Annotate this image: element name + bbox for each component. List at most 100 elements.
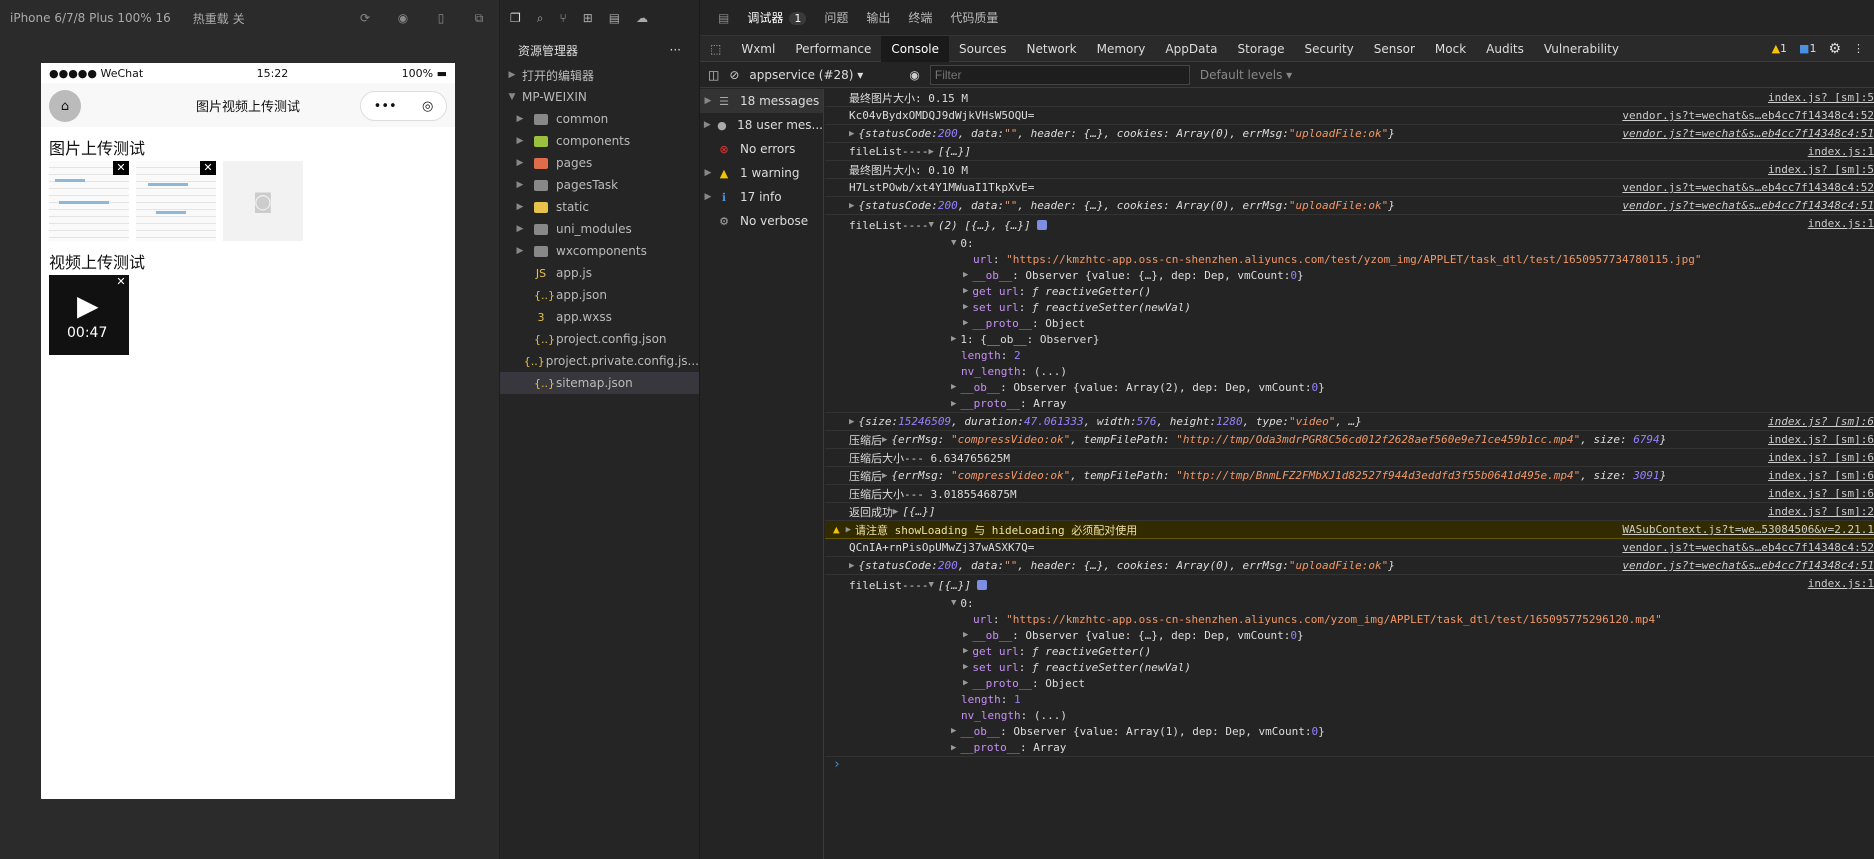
source-link[interactable]: index.js? [sm]:5 [1768, 163, 1874, 176]
file-item[interactable]: {..} app.json [500, 284, 699, 306]
panel-tab-audits[interactable]: Audits [1476, 36, 1534, 62]
tab-problems[interactable]: 问题 [824, 9, 848, 26]
tree-node[interactable]: ▶ __ob__: Observer {value: Array(2), dep:… [825, 379, 1874, 395]
video-thumb[interactable]: ▶ 00:47 ✕ [49, 275, 129, 355]
panel-tab-mock[interactable]: Mock [1425, 36, 1476, 62]
extensions-icon[interactable]: ⊞ [583, 11, 593, 25]
tree-node[interactable]: ▶ __proto__: Object [825, 675, 1874, 691]
panel-tab-security[interactable]: Security [1294, 36, 1363, 62]
sidebar-toggle-icon[interactable]: ◫ [708, 68, 719, 82]
panel-tab-storage[interactable]: Storage [1228, 36, 1295, 62]
tab-terminal[interactable]: 终端 [908, 9, 932, 26]
source-link[interactable]: index.js? [sm]:5 [1768, 91, 1874, 104]
panel-tab-network[interactable]: Network [1017, 36, 1087, 62]
home-button[interactable]: ⌂ [49, 90, 81, 122]
panel-tab-performance[interactable]: Performance [785, 36, 881, 62]
files-icon[interactable]: ❐ [510, 11, 521, 25]
tab-debugger[interactable]: 调试器 1 [747, 9, 807, 26]
levels-select[interactable]: Default levels ▾ [1200, 68, 1292, 82]
more-icon[interactable]: ··· [670, 43, 681, 57]
refresh-icon[interactable]: ⟳ [357, 10, 373, 26]
file-item[interactable]: {..} sitemap.json [500, 372, 699, 394]
source-link[interactable]: vendor.js?t=wechat&s…eb4cc7f14348c4:52 [1622, 181, 1874, 194]
source-link[interactable]: vendor.js?t=wechat&s…eb4cc7f14348c4:52 [1622, 109, 1874, 122]
panel-tab-sensor[interactable]: Sensor [1364, 36, 1425, 62]
console-line[interactable]: 返回成功 ▶ [{…}] index.js? [sm]:2 [825, 503, 1874, 521]
warning-count[interactable]: ▲1 [1772, 42, 1787, 55]
console-filter-list[interactable]: ▶ ☰ 18 messages [700, 89, 823, 113]
source-link[interactable]: vendor.js?t=wechat&s…eb4cc7f14348c4:51 [1622, 559, 1874, 572]
tree-node[interactable]: ▼ 0: [825, 595, 1874, 611]
more-icon[interactable]: ⋮ [1853, 42, 1864, 55]
remove-image-icon[interactable]: ✕ [113, 161, 129, 175]
console-line[interactable]: ▶ {size: 15246509, duration: 47.061333, w… [825, 413, 1874, 431]
source-link[interactable]: index.js:1 [1808, 217, 1874, 230]
source-link[interactable]: WASubContext.js?t=we…53084506&v=2.21.1 [1622, 523, 1874, 536]
tab-output[interactable]: 输出 [866, 9, 890, 26]
tree-node[interactable]: ▶ __ob__: Observer {value: Array(1), dep:… [825, 723, 1874, 739]
tree-node[interactable]: ▼ 0: [825, 235, 1874, 251]
console-prompt[interactable]: › [825, 757, 1874, 777]
tree-node[interactable]: ▶ set url: ƒ reactiveSetter(newVal) [825, 299, 1874, 315]
file-item[interactable]: JS app.js [500, 262, 699, 284]
console-filter-info[interactable]: ▶ ℹ 17 info [700, 185, 823, 209]
image-thumb[interactable]: ✕ [136, 161, 216, 241]
folder-item[interactable]: ▶ common [500, 108, 699, 130]
hotreload-toggle[interactable]: 热重载 关 [193, 10, 245, 27]
console-warning-line[interactable]: ▲ ▶ 请注意 showLoading 与 hideLoading 必须配对使用 WA… [825, 521, 1874, 539]
phone-icon[interactable]: ▯ [433, 10, 449, 26]
popout-icon[interactable]: ⧉ [471, 10, 487, 26]
console-line[interactable]: 压缩后 ▶ {errMsg: "compressVideo:ok", tempFi… [825, 467, 1874, 485]
message-count[interactable]: ■1 [1799, 42, 1816, 55]
device-select[interactable]: iPhone 6/7/8 Plus 100% 16 [10, 11, 171, 25]
console-filter-error[interactable]: ⊗ No errors [700, 137, 823, 161]
source-link[interactable]: vendor.js?t=wechat&s…eb4cc7f14348c4:52 [1622, 541, 1874, 554]
source-link[interactable]: index.js? [sm]:6 [1768, 487, 1874, 500]
source-link[interactable]: index.js? [sm]:6 [1768, 469, 1874, 482]
console-line[interactable]: 压缩后 ▶ {errMsg: "compressVideo:ok", tempFi… [825, 431, 1874, 449]
tree-node[interactable]: ▶ __proto__: Object [825, 315, 1874, 331]
panel-tab-console[interactable]: Console [881, 35, 950, 62]
add-image-button[interactable]: ◙ [223, 161, 303, 241]
play-icon[interactable]: ▶ [77, 289, 99, 322]
tree-node[interactable]: ▶ 1: {__ob__: Observer} [825, 331, 1874, 347]
source-link[interactable]: vendor.js?t=wechat&s…eb4cc7f14348c4:51 [1622, 127, 1874, 140]
panel-tab-appdata[interactable]: AppData [1155, 36, 1227, 62]
open-editors[interactable]: ▶ 打开的编辑器 [500, 64, 699, 86]
tree-node[interactable]: ▶ __ob__: Observer {value: {…}, dep: Dep,… [825, 267, 1874, 283]
tree-node[interactable]: ▶ get url: ƒ reactiveGetter() [825, 643, 1874, 659]
file-item[interactable]: 3 app.wxss [500, 306, 699, 328]
panel-tab-vulnerability[interactable]: Vulnerability [1534, 36, 1629, 62]
search-icon[interactable]: ⌕ [537, 11, 544, 26]
remove-image-icon[interactable]: ✕ [200, 161, 216, 175]
source-link[interactable]: index.js? [sm]:6 [1768, 433, 1874, 446]
inspect-icon[interactable]: ⬚ [700, 36, 731, 62]
console-filter-user[interactable]: ▶ ● 18 user mes... [700, 113, 823, 137]
layout-icon[interactable]: ▤ [718, 11, 729, 25]
git-icon[interactable]: ⑂ [560, 11, 567, 25]
cloud-icon[interactable]: ☁ [636, 11, 648, 25]
console-line[interactable]: ▶ {statusCode: 200, data: "", header: {…}… [825, 557, 1874, 575]
tree-node[interactable]: ▶ set url: ƒ reactiveSetter(newVal) [825, 659, 1874, 675]
source-link[interactable]: index.js:1 [1808, 145, 1874, 158]
tree-node[interactable]: ▶ __proto__: Array [825, 395, 1874, 413]
file-item[interactable]: {..} project.config.json [500, 328, 699, 350]
stop-icon[interactable]: ◉ [395, 10, 411, 26]
console-line[interactable]: ▶ {statusCode: 200, data: "", header: {…}… [825, 125, 1874, 143]
panel-tab-wxml[interactable]: Wxml [731, 36, 785, 62]
source-link[interactable]: index.js? [sm]:2 [1768, 505, 1874, 518]
settings-icon[interactable]: ⚙ [1828, 41, 1841, 57]
file-item[interactable]: {..} project.private.config.js... [500, 350, 699, 372]
console-filter-verbose[interactable]: ⚙ No verbose [700, 209, 823, 233]
remove-video-icon[interactable]: ✕ [113, 275, 129, 289]
tab-quality[interactable]: 代码质量 [950, 9, 998, 26]
source-link[interactable]: vendor.js?t=wechat&s…eb4cc7f14348c4:51 [1622, 199, 1874, 212]
eye-icon[interactable]: ◉ [909, 68, 919, 82]
folder-item[interactable]: ▶ components [500, 130, 699, 152]
source-link[interactable]: index.js? [sm]:6 [1768, 451, 1874, 464]
panel-tab-sources[interactable]: Sources [949, 36, 1016, 62]
panel-tab-memory[interactable]: Memory [1087, 36, 1156, 62]
tree-node[interactable]: ▶ __proto__: Array [825, 739, 1874, 757]
folder-item[interactable]: ▶ pages [500, 152, 699, 174]
exit-icon[interactable]: ◎ [422, 99, 433, 114]
